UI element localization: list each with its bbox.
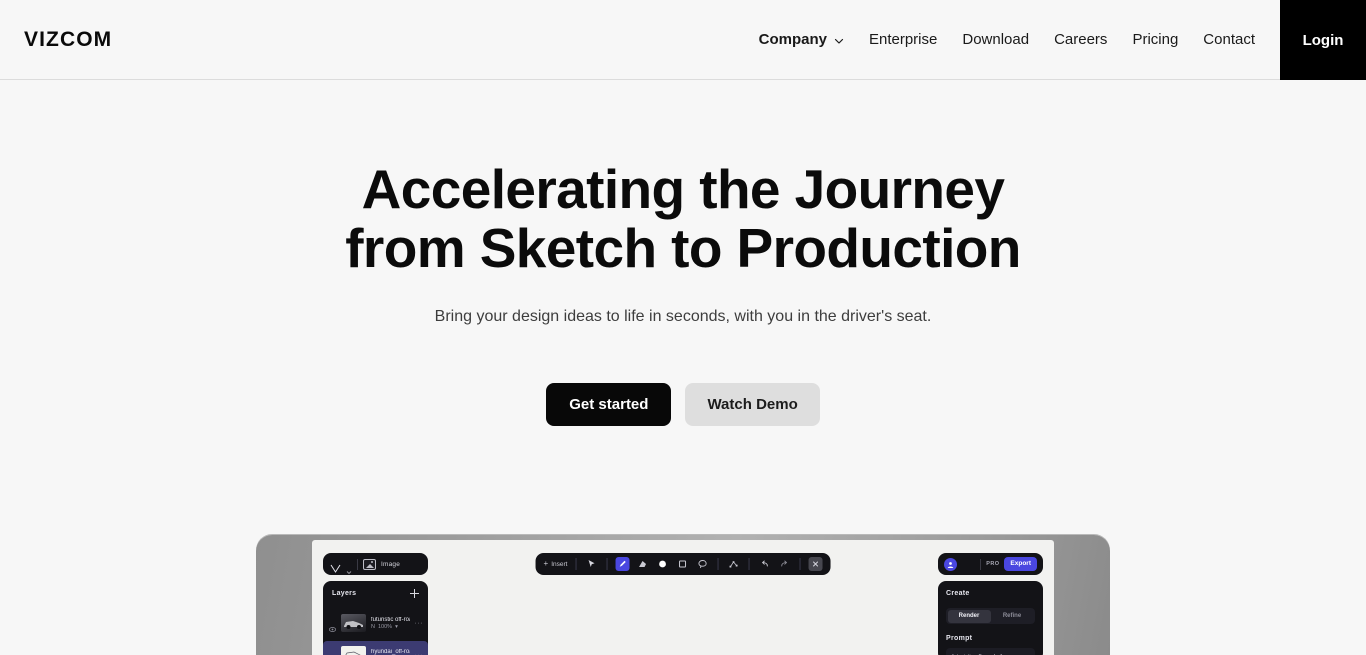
headline-line-2: from Sketch to Production (345, 217, 1021, 279)
landing-page: VIZCOM Company Enterprise Download Caree… (0, 0, 1366, 655)
layer-name: hyundai_off-roa... (371, 648, 410, 655)
table-row[interactable]: futuristic off-roa... N 100% ▾ ··· (323, 609, 428, 637)
nav-item-company[interactable]: Company (759, 31, 844, 48)
avatar[interactable] (944, 557, 957, 571)
table-row[interactable]: hyundai_off-roa... N 100% ▾ ··· (323, 641, 428, 655)
image-icon[interactable] (363, 558, 376, 570)
eye-icon[interactable] (329, 652, 336, 655)
divider (799, 558, 801, 570)
layer-name: futuristic off-roa... (371, 616, 410, 623)
layer-thumbnail (341, 646, 366, 655)
nav-item-label: Company (758, 31, 827, 48)
tab-render[interactable]: Render (947, 609, 991, 623)
ellipse-icon[interactable] (655, 557, 669, 571)
nav-item-label: Pricing (1132, 31, 1179, 48)
divider (357, 558, 358, 570)
layer-info: futuristic off-roa... N 100% ▾ (371, 617, 410, 630)
status-badge: PRO (986, 561, 1000, 567)
prompt-label: Prompt (946, 635, 973, 642)
render-refine-toggle: Render Refine (946, 608, 1035, 624)
chevron-down-icon (834, 36, 844, 46)
laptop-mockup: Image Layers futuristic off-ro N 100% ▾ … (256, 535, 1110, 655)
page-title: Accelerating the Journey from Sketch to … (0, 160, 1366, 278)
login-label: Login (1302, 31, 1344, 49)
ellipsis-icon[interactable]: ··· (415, 652, 424, 655)
divider (717, 558, 719, 570)
create-panel: Create Render Refine Prompt futuristic o… (938, 581, 1043, 655)
laptop-screen: Image Layers futuristic off-ro N 100% ▾ … (312, 540, 1054, 655)
app-right-topbar: PRO Export (938, 553, 1043, 575)
divider (575, 558, 577, 570)
cta-row: Get started Watch Demo (0, 383, 1366, 426)
divider (606, 558, 608, 570)
chevron-down-icon[interactable]: ▾ (395, 624, 398, 630)
lasso-icon[interactable] (695, 557, 709, 571)
hero-section: Accelerating the Journey from Sketch to … (0, 80, 1366, 426)
tab-refine[interactable]: Refine (991, 610, 1034, 623)
nav-item-enterprise[interactable]: Enterprise (869, 31, 937, 48)
layer-blend: N (371, 623, 375, 630)
pen-brush-icon[interactable] (615, 557, 630, 571)
nav-item-contact[interactable]: Contact (1203, 31, 1255, 48)
plus-icon[interactable] (410, 588, 419, 598)
site-header: VIZCOM Company Enterprise Download Caree… (0, 0, 1366, 80)
prompt-input[interactable]: futuristic off-road silver concept vehic… (946, 648, 1035, 655)
layers-panel-header: Layers (323, 581, 428, 605)
layer-opacity: 100% (377, 623, 393, 630)
nav-item-label: Contact (1203, 31, 1255, 48)
layer-info: hyundai_off-roa... N 100% ▾ (371, 649, 410, 655)
divider (748, 558, 750, 570)
brand-logo[interactable]: VIZCOM (24, 28, 112, 52)
layer-thumbnail (341, 614, 366, 632)
nav-item-label: Careers (1054, 31, 1108, 48)
nav-item-label: Enterprise (868, 31, 938, 48)
login-button[interactable]: Login (1280, 0, 1366, 80)
vizcom-app-preview: Image Layers futuristic off-ro N 100% ▾ … (312, 540, 1054, 655)
create-panel-title: Create (946, 590, 970, 597)
redo-icon[interactable] (777, 557, 791, 571)
nav-item-download[interactable]: Download (962, 31, 1029, 48)
nav-item-careers[interactable]: Careers (1054, 31, 1107, 48)
insert-button[interactable]: + Insert (544, 560, 568, 568)
get-started-button[interactable]: Get started (546, 383, 672, 426)
hero-subtitle: Bring your design ideas to life in secon… (434, 308, 932, 325)
insert-label: Insert (551, 560, 568, 568)
divider (980, 558, 982, 570)
nav-item-label: Download (962, 31, 1030, 48)
layer-blend-opacity: N 100% ▾ (371, 624, 410, 630)
watch-demo-button[interactable]: Watch Demo (685, 383, 820, 426)
undo-icon[interactable] (757, 557, 771, 571)
vizcom-v-logo-icon[interactable] (330, 560, 341, 573)
eraser-icon[interactable] (635, 557, 649, 571)
node-path-icon[interactable] (726, 557, 740, 571)
headline-line-1: Accelerating the Journey (361, 158, 1005, 220)
app-toolbar: + Insert (535, 553, 831, 575)
chevron-down-icon[interactable] (346, 562, 352, 574)
layers-panel: Layers futuristic off-ro N 100% ▾ ··· hy… (323, 581, 428, 655)
export-button[interactable]: Export (1004, 557, 1037, 571)
cursor-select-icon[interactable] (584, 557, 598, 571)
eye-icon[interactable] (328, 620, 337, 632)
layers-title: Layers (332, 589, 357, 597)
rectangle-icon[interactable] (675, 557, 689, 571)
ellipsis-icon[interactable]: ··· (415, 620, 424, 627)
nav-item-pricing[interactable]: Pricing (1132, 31, 1178, 48)
main-navigation: Company Enterprise Download Careers Pric… (759, 0, 1255, 79)
app-left-topbar: Image (323, 553, 428, 575)
app-mode-label: Image (381, 560, 401, 568)
close-icon[interactable] (808, 557, 823, 571)
plus-icon: + (543, 559, 549, 568)
